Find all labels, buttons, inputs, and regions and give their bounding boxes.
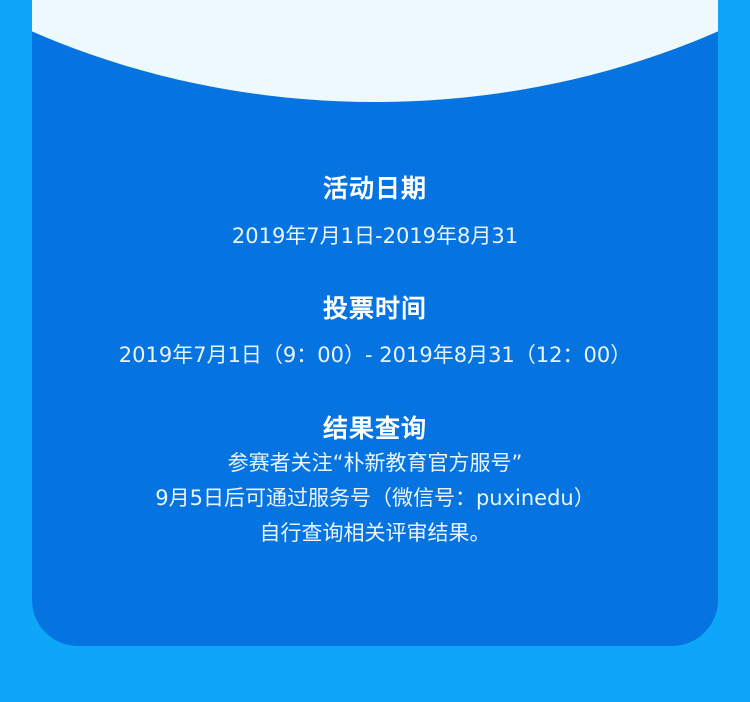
- activity-date-text: 2019年7月1日-2019年8月31: [231, 224, 519, 248]
- voting-time-title: 投票时间: [322, 294, 427, 323]
- top-arc-decoration: [32, 0, 718, 102]
- result-query-line-3: 自行查询相关评审结果。: [259, 521, 491, 545]
- activity-date-title: 活动日期: [322, 174, 427, 203]
- voting-time-text: 2019年7月1日（9：00）- 2019年8月31（12：00）: [118, 343, 632, 367]
- result-query-title: 结果查询: [322, 414, 427, 443]
- result-query-line-2: 9月5日后可通过服务号（微信号：puxinedu）: [155, 486, 595, 510]
- result-query-line-1: 参赛者关注“朴新教育官方服号”: [227, 451, 523, 475]
- info-card: 活动日期 2019年7月1日-2019年8月31 投票时间 2019年7月1日（…: [32, 0, 718, 646]
- voting-time-section: 投票时间 2019年7月1日（9：00）- 2019年8月31（12：00）: [32, 292, 718, 373]
- activity-date-section: 活动日期 2019年7月1日-2019年8月31: [32, 172, 718, 254]
- result-query-section: 结果查询 参赛者关注“朴新教育官方服号” 9月5日后可通过服务号（微信号：pux…: [32, 412, 718, 551]
